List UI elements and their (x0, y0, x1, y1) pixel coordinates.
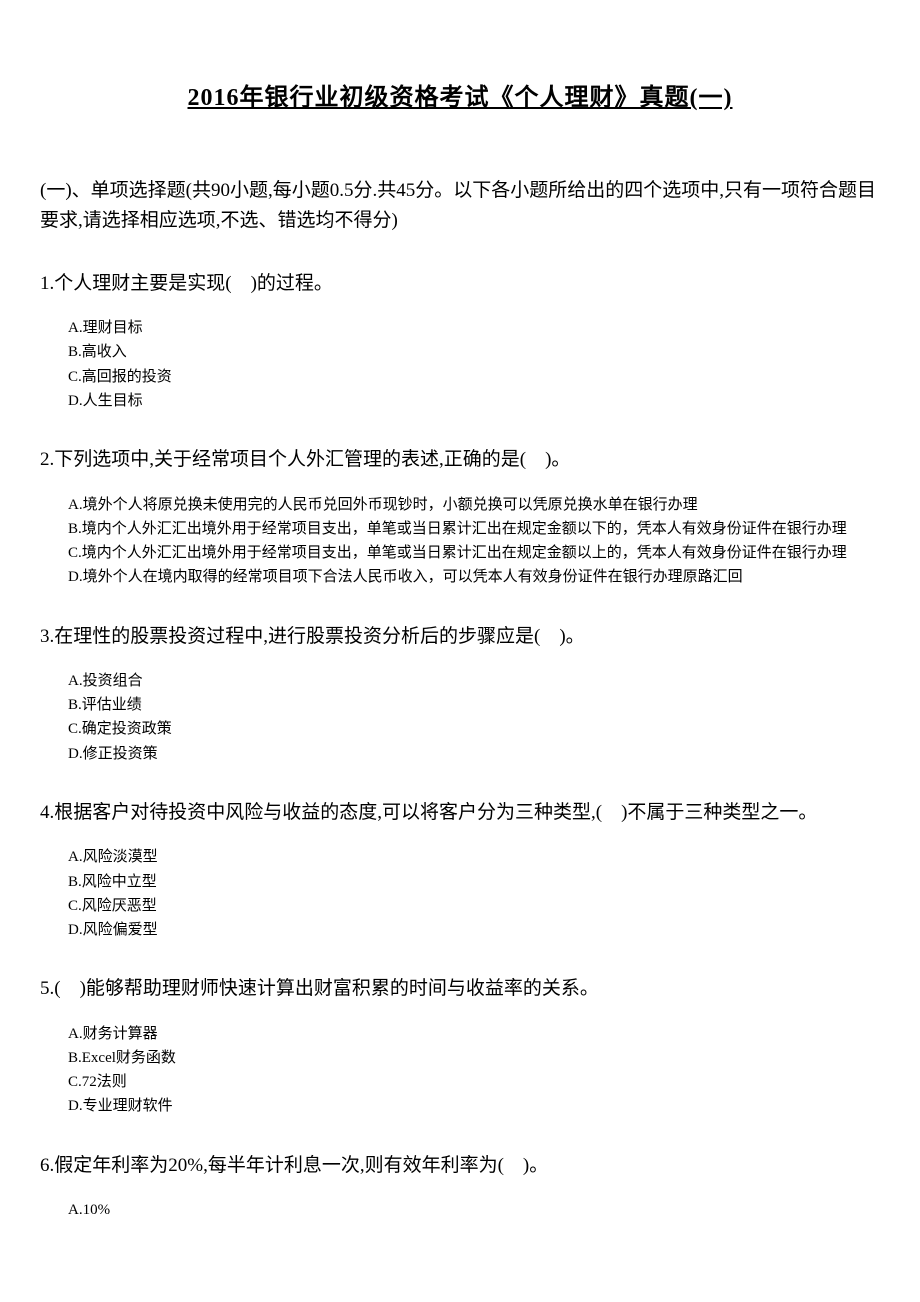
option-d: D.人生目标 (68, 390, 880, 413)
option-b: B.境内个人外汇汇出境外用于经常项目支出，单笔或当日累计汇出在规定金额以下的，凭… (68, 518, 880, 541)
option-a: A.投资组合 (68, 670, 880, 693)
option-a: A.风险淡漠型 (68, 846, 880, 869)
exam-title: 2016年银行业初级资格考试《个人理财》真题(一) (40, 80, 880, 116)
option-a: A.10% (68, 1199, 880, 1222)
section-instructions: (一)、单项选择题(共90小题,每小题0.5分.共45分。以下各小题所给出的四个… (40, 176, 880, 237)
option-c: C.境内个人外汇汇出境外用于经常项目支出，单笔或当日累计汇出在规定金额以上的，凭… (68, 542, 880, 565)
option-a: A.境外个人将原兑换未使用完的人民币兑回外币现钞时，小额兑换可以凭原兑换水单在银… (68, 494, 880, 517)
question-5: 5.( )能够帮助理财师快速计算出财富积累的时间与收益率的关系。 A.财务计算器… (40, 974, 880, 1118)
question-text: 6.假定年利率为20%,每半年计利息一次,则有效年利率为( )。 (40, 1151, 880, 1181)
option-b: B.高收入 (68, 341, 880, 364)
question-text: 4.根据客户对待投资中风险与收益的态度,可以将客户分为三种类型,( )不属于三种… (40, 798, 880, 828)
options-list: A.10% (40, 1199, 880, 1222)
option-b: B.风险中立型 (68, 871, 880, 894)
options-list: A.风险淡漠型 B.风险中立型 C.风险厌恶型 D.风险偏爱型 (40, 846, 880, 942)
question-text: 2.下列选项中,关于经常项目个人外汇管理的表述,正确的是( )。 (40, 445, 880, 475)
option-b: B.评估业绩 (68, 694, 880, 717)
option-c: C.高回报的投资 (68, 366, 880, 389)
option-c: C.确定投资政策 (68, 718, 880, 741)
option-a: A.财务计算器 (68, 1023, 880, 1046)
option-d: D.专业理财软件 (68, 1095, 880, 1118)
option-d: D.风险偏爱型 (68, 919, 880, 942)
options-list: A.财务计算器 B.Excel财务函数 C.72法则 D.专业理财软件 (40, 1023, 880, 1119)
option-b: B.Excel财务函数 (68, 1047, 880, 1070)
option-c: C.72法则 (68, 1071, 880, 1094)
options-list: A.境外个人将原兑换未使用完的人民币兑回外币现钞时，小额兑换可以凭原兑换水单在银… (40, 494, 880, 590)
question-3: 3.在理性的股票投资过程中,进行股票投资分析后的步骤应是( )。 A.投资组合 … (40, 622, 880, 766)
options-list: A.投资组合 B.评估业绩 C.确定投资政策 D.修正投资策 (40, 670, 880, 766)
option-d: D.境外个人在境内取得的经常项目项下合法人民币收入，可以凭本人有效身份证件在银行… (68, 566, 880, 589)
option-a: A.理财目标 (68, 317, 880, 340)
question-1: 1.个人理财主要是实现( )的过程。 A.理财目标 B.高收入 C.高回报的投资… (40, 269, 880, 413)
options-list: A.理财目标 B.高收入 C.高回报的投资 D.人生目标 (40, 317, 880, 413)
option-d: D.修正投资策 (68, 743, 880, 766)
question-text: 3.在理性的股票投资过程中,进行股票投资分析后的步骤应是( )。 (40, 622, 880, 652)
question-text: 1.个人理财主要是实现( )的过程。 (40, 269, 880, 299)
question-4: 4.根据客户对待投资中风险与收益的态度,可以将客户分为三种类型,( )不属于三种… (40, 798, 880, 942)
question-2: 2.下列选项中,关于经常项目个人外汇管理的表述,正确的是( )。 A.境外个人将… (40, 445, 880, 589)
option-c: C.风险厌恶型 (68, 895, 880, 918)
question-6: 6.假定年利率为20%,每半年计利息一次,则有效年利率为( )。 A.10% (40, 1151, 880, 1223)
question-text: 5.( )能够帮助理财师快速计算出财富积累的时间与收益率的关系。 (40, 974, 880, 1004)
